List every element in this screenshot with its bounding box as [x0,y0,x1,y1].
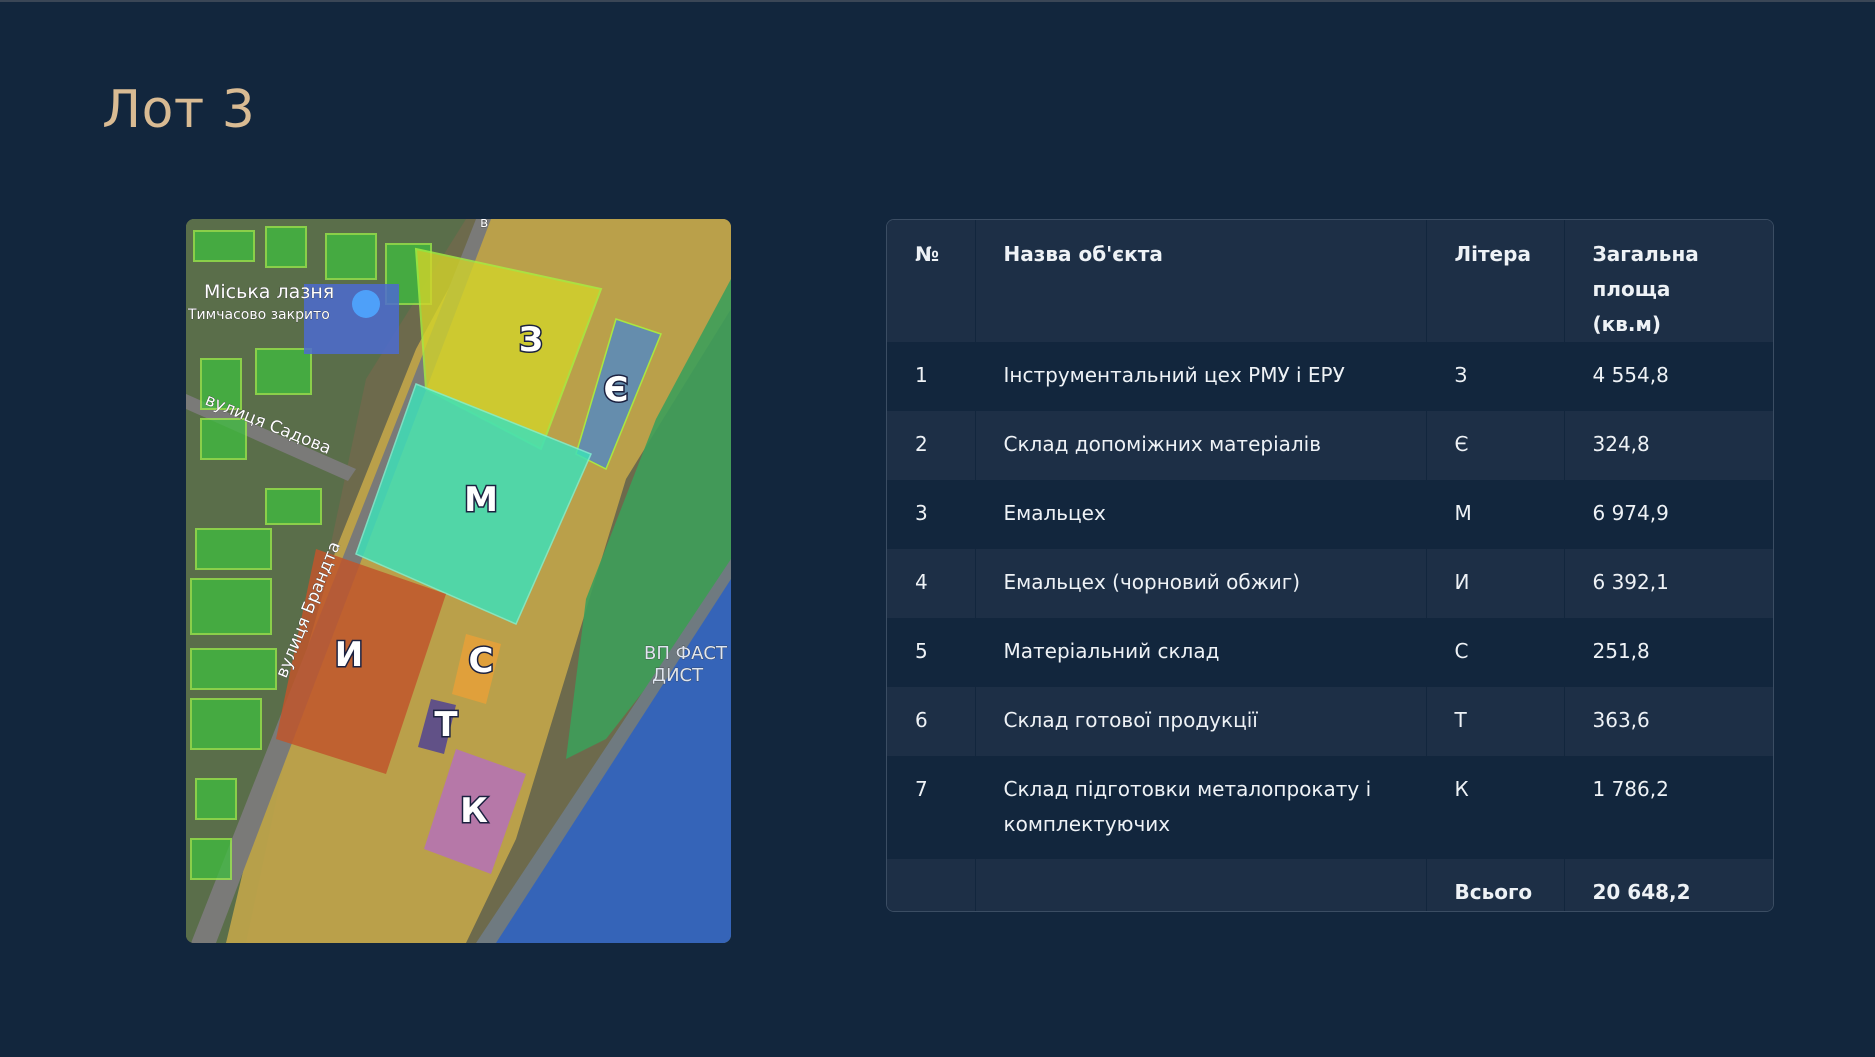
cell-name: Емальцех [975,480,1427,549]
table-row: 5 Матеріальний склад С 251,8 [887,618,1773,687]
cell-num: 7 [887,756,976,859]
cell-num: 1 [887,342,976,411]
cell-letter: М [1426,480,1565,549]
cell-area: 363,6 [1592,708,1650,732]
site-map-graphic: Міська лазня Тимчасово закрито вулиця Са… [186,219,731,943]
cell-letter: З [1426,342,1565,411]
cell-name: Емальцех (чорновий обжиг) [975,549,1427,618]
header-area-line2: площа (кв.м) [1592,277,1671,336]
cell-name: Матеріальний склад [975,618,1427,687]
cell-area: 6 974,9 [1592,501,1669,525]
map-label-k: К [460,791,488,831]
map-bath-house-marker [352,290,380,318]
lot-objects-table: № Назва об'єкта Літера Загальна площа (к… [886,219,1774,912]
table-row: 3 Емальцех М 6 974,9 [887,480,1773,549]
table-header-row: № Назва об'єкта Літера Загальна площа (к… [887,220,1773,342]
header-area-line1: Загальна [1592,242,1699,266]
map-text-vp: ВП ФАСТ [644,643,728,664]
cell-letter: С [1426,618,1565,687]
cell-name: Інструментальний цех РМУ і ЕРУ [975,342,1427,411]
cell-area: 251,8 [1592,639,1650,663]
cell-name: Склад готової продукції [975,687,1427,756]
map-label-ye: Є [604,370,629,410]
cell-name: Склад підготовки металопрокату і комплек… [975,756,1427,859]
map-place-status: Тимчасово закрито [187,307,330,323]
table-row: 4 Емальцех (чорновий обжиг) И 6 392,1 [887,549,1773,618]
table-row: 1 Інструментальний цех РМУ і ЕРУ З 4 554… [887,342,1773,411]
header-letter: Літера [1426,220,1565,342]
cell-num: 2 [887,411,976,480]
cell-letter: К [1426,756,1565,859]
cell-num: 5 [887,618,976,687]
cell-num: 6 [887,687,976,756]
header-num: № [887,220,976,342]
map-label-m: М [464,480,498,520]
map-label-t: Т [434,705,458,745]
cell-name: Склад допоміжних матеріалів [975,411,1427,480]
map-label-z: З [519,320,543,360]
map-label-y: И [335,635,363,675]
cell-num: 4 [887,549,976,618]
map-text-dist: ДИСТ [652,665,704,686]
cell-area: 4 554,8 [1592,363,1669,387]
map-label-s: С [469,641,494,681]
cell-letter: И [1426,549,1565,618]
cell-num: 3 [887,480,976,549]
cell-letter: Є [1426,411,1565,480]
total-empty-name [975,859,1427,911]
cell-area: 6 392,1 [1592,570,1669,594]
map-place-name: Міська лазня [204,281,334,303]
table-row: 6 Склад готової продукції Т 363,6 [887,687,1773,756]
cell-area: 1 786,2 [1592,777,1669,801]
total-label: Всього [1426,859,1565,911]
table-total-row: Всього 20 648,2 [887,859,1773,911]
header-name: Назва об'єкта [975,220,1427,342]
header-area: Загальна площа (кв.м) [1564,220,1773,342]
total-value: 20 648,2 [1592,880,1691,904]
table-row: 2 Склад допоміжних матеріалів Є 324,8 [887,411,1773,480]
map-text-v: в [480,219,488,231]
cell-area: 324,8 [1592,432,1650,456]
top-rule [0,0,1875,2]
total-empty-num [887,859,976,911]
page-title: Лот 3 [102,80,256,140]
table-row: 7 Склад підготовки металопрокату і компл… [887,756,1773,859]
cell-letter: Т [1426,687,1565,756]
site-map: Міська лазня Тимчасово закрито вулиця Са… [186,219,731,943]
